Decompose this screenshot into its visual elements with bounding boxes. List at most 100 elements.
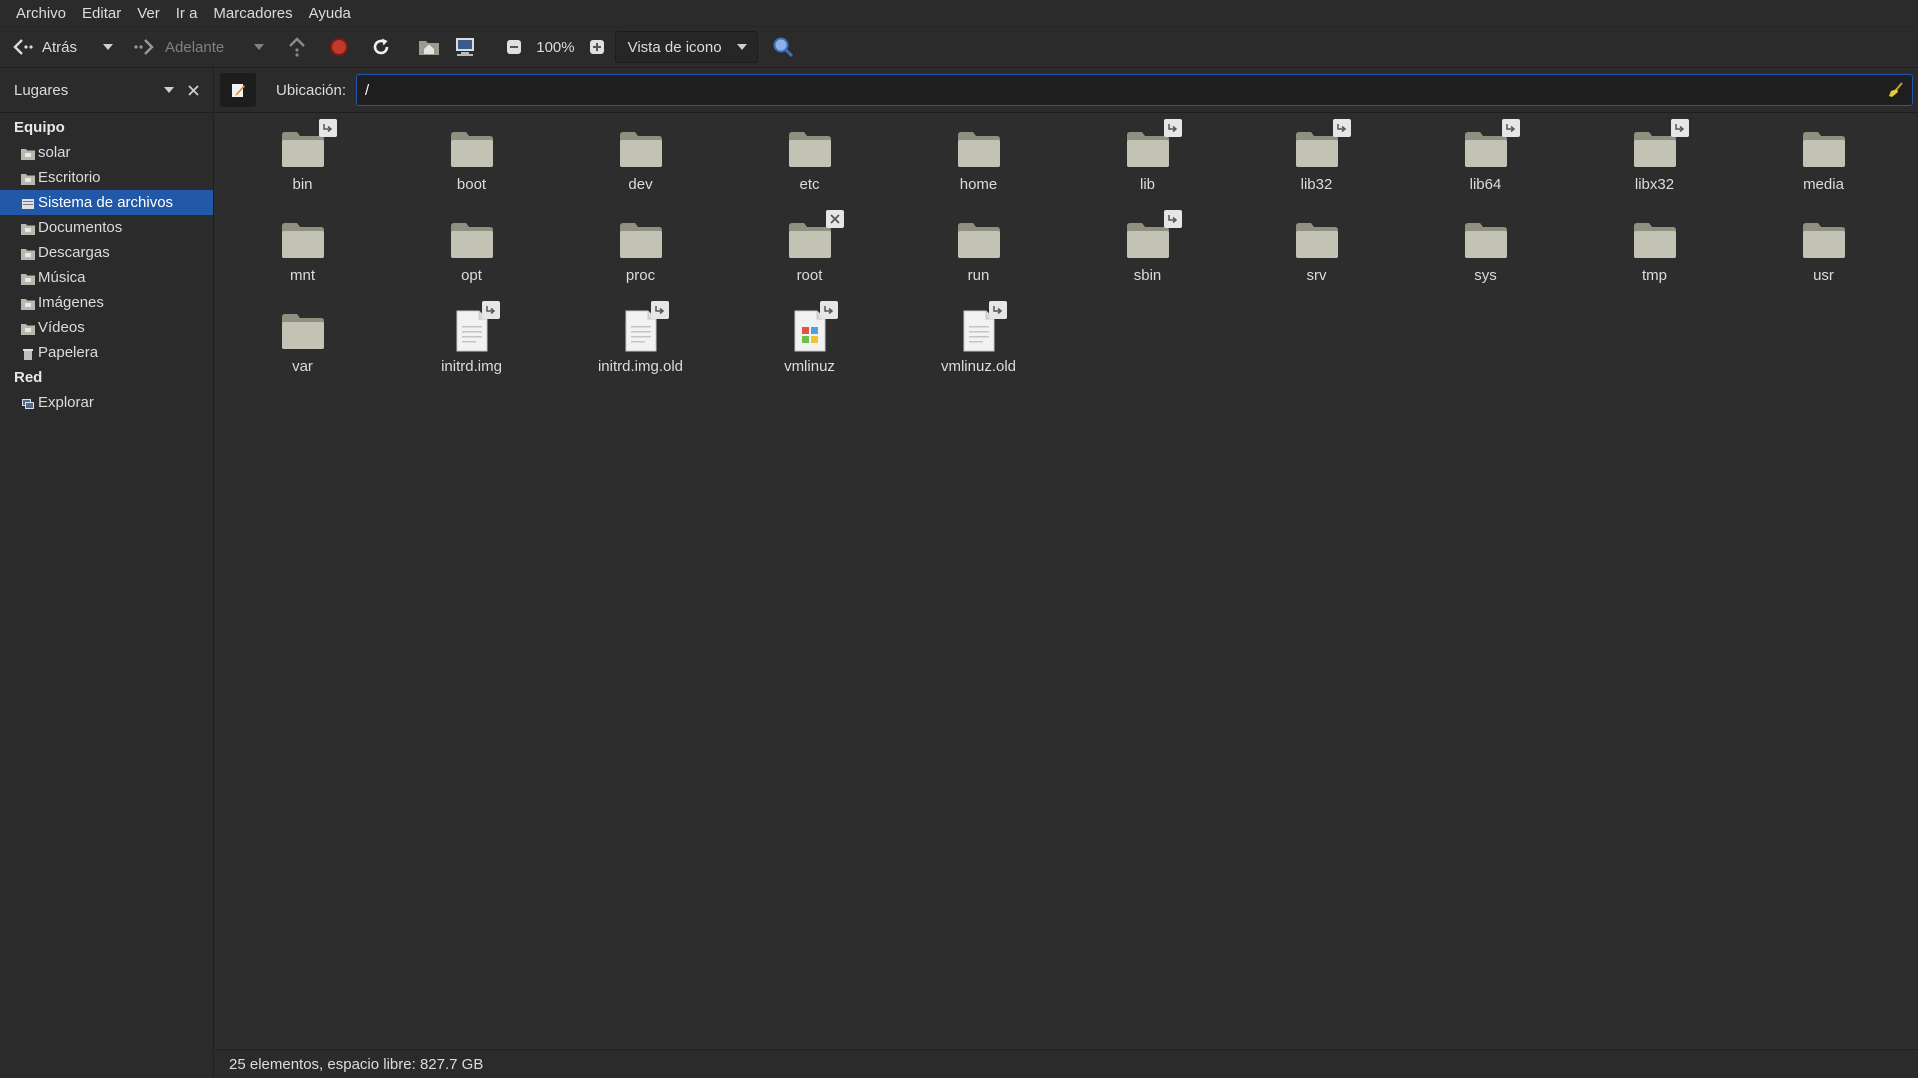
forward-button[interactable]: Adelante: [129, 30, 224, 64]
folder-item-srv[interactable]: srv: [1232, 214, 1401, 305]
file-grid: bin boot dev etc home lib lib32 lib64 libx32 medi…: [215, 119, 1918, 396]
sidebar-item-documentos[interactable]: Documentos: [0, 215, 213, 240]
file-name-label: sys: [1474, 267, 1497, 284]
file-item-initrd-img[interactable]: initrd.img: [387, 301, 556, 396]
chevron-down-icon: [164, 87, 174, 93]
zoom-in-button[interactable]: [587, 30, 607, 64]
folder-icon: [446, 123, 498, 175]
menu-archivo[interactable]: Archivo: [8, 0, 74, 27]
file-item-initrd-img-old[interactable]: initrd.img.old: [556, 301, 725, 396]
zoom-value: 100%: [536, 38, 575, 56]
view-mode-select[interactable]: Vista de icono: [614, 30, 758, 64]
menu-ayuda[interactable]: Ayuda: [301, 0, 359, 27]
sidebar-item-solar[interactable]: solar: [0, 140, 213, 165]
clear-location-button[interactable]: [1888, 82, 1904, 98]
file-name-label: tmp: [1641, 267, 1667, 284]
menu-marcadores[interactable]: Marcadores: [205, 0, 300, 27]
file-name-label: bin: [292, 176, 313, 193]
sidebar-mode-select[interactable]: Lugares: [14, 82, 174, 99]
sidebar-item-sistema-de-archivos[interactable]: Sistema de archivos: [0, 190, 213, 215]
folder-item-lib[interactable]: lib: [1063, 119, 1232, 214]
location-input[interactable]: /: [356, 74, 1913, 106]
search-button[interactable]: [768, 30, 798, 64]
menu-editar[interactable]: Editar: [74, 0, 129, 27]
folder-icon: [1122, 210, 1182, 266]
file-item-vmlinuz-old[interactable]: vmlinuz.old: [894, 301, 1063, 396]
stop-button[interactable]: [324, 30, 354, 64]
symlink-emblem-icon: [1163, 210, 1182, 228]
folder-item-root[interactable]: root: [725, 210, 894, 305]
file-view[interactable]: bin boot dev etc home lib lib32 lib64 libx32 medi…: [215, 113, 1918, 1049]
back-history-dropdown[interactable]: [103, 30, 114, 64]
menu-ver[interactable]: Ver: [129, 0, 168, 27]
sidebar-item-música[interactable]: Música: [0, 265, 213, 290]
folder-icon: [1798, 123, 1850, 175]
folder-item-tmp[interactable]: tmp: [1570, 214, 1739, 305]
folder-item-lib32[interactable]: lib32: [1232, 119, 1401, 214]
executable-file-icon: [784, 301, 838, 357]
sidebar-item-papelera[interactable]: Papelera: [0, 340, 213, 365]
folder-item-etc[interactable]: etc: [725, 123, 894, 214]
folder-item-run[interactable]: run: [894, 214, 1063, 305]
computer-button[interactable]: [450, 30, 480, 64]
folder-item-mnt[interactable]: mnt: [218, 214, 387, 305]
folder-item-sys[interactable]: sys: [1401, 214, 1570, 305]
sidebar-item-vídeos[interactable]: Vídeos: [0, 315, 213, 340]
folder-icon: [953, 123, 1005, 175]
folder-item-var[interactable]: var: [218, 305, 387, 396]
menu-ir-a[interactable]: Ir a: [168, 0, 206, 27]
folder-item-proc[interactable]: proc: [556, 214, 725, 305]
file-name-label: initrd.img: [441, 358, 502, 375]
menubar: Archivo Editar Ver Ir a Marcadores Ayuda: [0, 0, 1918, 27]
folder-item-home[interactable]: home: [894, 123, 1063, 214]
arrow-up-icon: [282, 32, 312, 62]
sidebar-item-explorar[interactable]: Explorar: [0, 390, 213, 415]
parent-folder-button[interactable]: [282, 30, 312, 64]
reload-button[interactable]: [366, 30, 396, 64]
file-name-label: usr: [1813, 267, 1834, 284]
folder-item-libx32[interactable]: libx32: [1570, 119, 1739, 214]
folder-icon: [277, 305, 329, 357]
sidebar-item-imágenes[interactable]: Imágenes: [0, 290, 213, 315]
status-bar: 25 elementos, espacio libre: 827.7 GB: [215, 1049, 1918, 1078]
file-name-label: sbin: [1133, 267, 1162, 284]
file-name-label: initrd.img.old: [597, 358, 684, 375]
zoom-out-button[interactable]: [504, 30, 524, 64]
folder-item-sbin[interactable]: sbin: [1063, 210, 1232, 305]
status-text: 25 elementos, espacio libre: 827.7 GB: [229, 1055, 484, 1073]
sidebar-item-descargas[interactable]: Descargas: [0, 240, 213, 265]
folder-item-boot[interactable]: boot: [387, 123, 556, 214]
file-name-label: run: [967, 267, 990, 284]
folder-icon: [1460, 214, 1512, 266]
folder-item-dev[interactable]: dev: [556, 123, 725, 214]
symlink-emblem-icon: [1163, 119, 1182, 137]
sidebar: Lugares Equipo solar Escritorio Sistema de …: [0, 68, 214, 1078]
sidebar-item-label: Sistema de archivos: [38, 194, 174, 211]
folder-icon: [784, 210, 844, 266]
home-button[interactable]: [414, 30, 444, 64]
symlink-emblem-icon: [318, 119, 337, 137]
downloads-folder-icon: [21, 247, 35, 260]
close-icon: [188, 84, 199, 96]
location-edit-toggle[interactable]: [220, 73, 256, 107]
folder-item-lib64[interactable]: lib64: [1401, 119, 1570, 214]
file-name-label: vmlinuz: [784, 358, 835, 375]
file-name-label: lib32: [1300, 176, 1333, 193]
location-value: /: [365, 81, 370, 99]
file-name-label: lib64: [1469, 176, 1502, 193]
filesystem-icon: [21, 197, 35, 209]
back-button[interactable]: Atrás: [8, 30, 77, 64]
sidebar-item-escritorio[interactable]: Escritorio: [0, 165, 213, 190]
close-sidebar-button[interactable]: [188, 84, 199, 96]
folder-item-media[interactable]: media: [1739, 123, 1908, 214]
zoom-out-icon: [504, 32, 524, 62]
folder-item-opt[interactable]: opt: [387, 214, 556, 305]
folder-icon: [615, 214, 667, 266]
folder-item-usr[interactable]: usr: [1739, 214, 1908, 305]
toolbar: Atrás Adelante 100% Vista de icono: [0, 27, 1918, 68]
symlink-emblem-icon: [819, 301, 838, 319]
file-item-vmlinuz[interactable]: vmlinuz: [725, 301, 894, 396]
file-name-label: proc: [625, 267, 656, 284]
folder-item-bin[interactable]: bin: [218, 119, 387, 214]
forward-history-dropdown[interactable]: [254, 30, 265, 64]
